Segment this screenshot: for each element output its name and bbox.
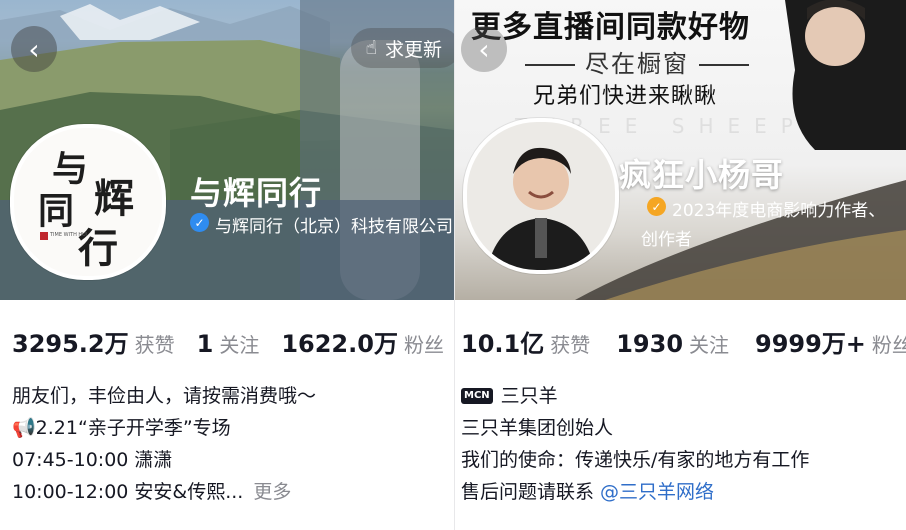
stat-followers[interactable]: 1622.0万 粉丝: [281, 324, 444, 359]
bio-line: 10:00-12:00 安安&传熙... 更多: [12, 476, 316, 508]
stats-row: 10.1亿 获赞 1930 关注 9999万+ 粉丝: [461, 324, 906, 359]
verification-text-cont: 创作者: [641, 230, 692, 250]
stat-likes[interactable]: 3295.2万 获赞: [12, 324, 175, 359]
stat-likes-label: 获赞: [134, 333, 175, 357]
avatar-yangge[interactable]: [463, 118, 619, 274]
stat-following-value: 1930: [616, 330, 684, 358]
stat-followers-label: 粉丝: [403, 333, 444, 357]
stat-likes[interactable]: 10.1亿 获赞: [461, 324, 590, 359]
bio-line: 三只羊集团创始人: [461, 417, 614, 439]
promo-rule: [525, 64, 575, 66]
bio-line: 07:45-10:00 潇潇: [12, 449, 173, 471]
stat-followers-value: 9999万+: [755, 330, 866, 358]
mention-link[interactable]: @三只羊网络: [600, 481, 714, 503]
promo-rule: [699, 64, 749, 66]
stat-likes-label: 获赞: [550, 333, 591, 357]
stat-followers[interactable]: 9999万+ 粉丝: [755, 324, 906, 359]
promo-subline-text: 尽在橱窗: [585, 50, 689, 78]
verified-badge-icon: ✓: [190, 213, 209, 232]
bio-line: 我们的使命：传递快乐/有家的地方有工作: [461, 449, 810, 471]
promo-headline: 更多直播间同款好物: [471, 10, 750, 45]
megaphone-icon: 📢: [12, 417, 36, 439]
stats-row: 3295.2万 获赞 1 关注 1622.0万 粉丝: [12, 324, 444, 359]
stat-followers-label: 粉丝: [871, 333, 906, 357]
avatar-seal: [40, 232, 48, 240]
avatar-calligraphy-tong: 同: [38, 190, 75, 232]
stat-likes-value: 3295.2万: [12, 330, 129, 358]
pointing-hand-icon: ☝: [365, 37, 377, 59]
verification-text: 与辉同行（北京）科技有限公司: [215, 217, 453, 237]
promo-subline: 尽在橱窗: [515, 44, 759, 79]
bio-line-text: 2.21“亲子开学季”专场: [35, 417, 231, 439]
promo-tagline: 兄弟们快进来瞅瞅: [533, 84, 718, 109]
stat-following[interactable]: 1 关注: [197, 329, 260, 358]
request-update-label: 求更新: [384, 38, 442, 61]
profile-panel-yangge: 更多直播间同款好物 尽在橱窗 兄弟们快进来瞅瞅 THREE SHEEP ‹ 疯狂…: [455, 0, 906, 530]
avatar-tagline: TIME WITH HUI: [50, 232, 88, 238]
bio-line: 📢2.21“亲子开学季”专场: [12, 412, 316, 444]
avatar-calligraphy-xing: 行: [78, 225, 118, 272]
stat-likes-value: 10.1亿: [461, 330, 545, 358]
profile-bio: 朋友们，丰俭由人，请按需消费哦～ 📢2.21“亲子开学季”专场 07:45-10…: [12, 380, 316, 508]
verification-text: 2023年度电商影响力作者、: [672, 201, 886, 221]
screenshot-stage: ‹ ☝ 求更新 与 辉 同 行 TIME WITH HUI 与辉同行 ✓ 与辉同…: [0, 0, 906, 530]
bio-line: 朋友们，丰俭由人，请按需消费哦～: [12, 385, 317, 407]
mcn-tag-icon: MCN: [461, 388, 493, 404]
chevron-left-icon: ‹: [28, 32, 40, 66]
profile-nickname: 与辉同行: [190, 174, 323, 212]
verification-row: ✓ 2023年度电商影响力作者、 创作者: [641, 196, 886, 250]
verified-badge-icon: ✓: [647, 197, 666, 216]
stat-following-label: 关注: [219, 333, 260, 357]
profile-banner: ‹ ☝ 求更新 与 辉 同 行 TIME WITH HUI 与辉同行 ✓ 与辉同…: [0, 0, 454, 300]
bio-line-text: 售后问题请联系: [461, 481, 601, 503]
verification-row: ✓ 与辉同行（北京）科技有限公司: [190, 212, 453, 237]
stat-followers-value: 1622.0万: [281, 330, 398, 358]
bio-line: 售后问题请联系 @三只羊网络: [461, 476, 809, 508]
avatar-portrait: [467, 122, 615, 270]
back-button[interactable]: ‹: [461, 26, 507, 72]
avatar-yuhui[interactable]: 与 辉 同 行 TIME WITH HUI: [10, 124, 166, 280]
bio-line-text: 10:00-12:00 安安&传熙...: [12, 481, 244, 503]
profile-nickname: 疯狂小杨哥: [619, 156, 785, 194]
request-update-button[interactable]: ☝ 求更新: [351, 28, 454, 68]
mcn-row[interactable]: MCN 三只羊: [461, 380, 809, 412]
profile-banner: 更多直播间同款好物 尽在橱窗 兄弟们快进来瞅瞅 THREE SHEEP ‹ 疯狂…: [455, 0, 906, 300]
stat-following[interactable]: 1930 关注: [616, 329, 729, 358]
chevron-left-icon: ‹: [478, 32, 490, 66]
profile-panel-yuhui: ‹ ☝ 求更新 与 辉 同 行 TIME WITH HUI 与辉同行 ✓ 与辉同…: [0, 0, 454, 530]
stat-following-label: 关注: [689, 333, 730, 357]
mcn-name: 三只羊: [500, 385, 558, 407]
stat-following-value: 1: [196, 330, 214, 358]
bio-more-link[interactable]: 更多: [253, 481, 291, 503]
profile-bio: MCN 三只羊 三只羊集团创始人 我们的使命：传递快乐/有家的地方有工作 售后问…: [461, 380, 809, 508]
back-button[interactable]: ‹: [11, 26, 57, 72]
